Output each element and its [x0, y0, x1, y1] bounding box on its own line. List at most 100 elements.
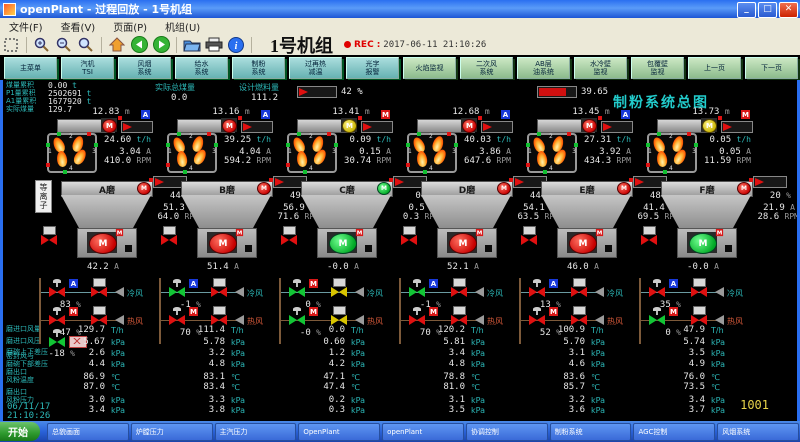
nav-button-1[interactable]: 汽机TSI	[61, 57, 114, 79]
table-value: 120.2	[393, 325, 465, 335]
table-row: 4.4 kPa	[33, 359, 151, 369]
table-unit: kPa	[591, 360, 605, 369]
table-value: 4.8	[393, 359, 465, 369]
table-unit: kPa	[591, 396, 605, 405]
task-button-5[interactable]: 协调控制	[466, 423, 548, 441]
table-unit: kPa	[111, 396, 125, 405]
table-value: 3.6	[513, 405, 585, 415]
nav-button-0[interactable]: 主菜单	[4, 57, 57, 79]
table-unit: kPa	[231, 406, 245, 415]
acc-label: 煤量累积	[6, 81, 34, 89]
task-button-4[interactable]: openPlant	[382, 423, 464, 441]
window-title: openPlant - 过程回放 - 1号机组	[20, 1, 192, 17]
table-value: 100.9	[513, 325, 585, 335]
nav-button-8[interactable]: 二次风系统	[460, 57, 513, 79]
table-row: 5.67kPa	[33, 337, 151, 347]
nav-button-3[interactable]: 给水系统	[175, 57, 228, 79]
home-icon[interactable]	[108, 37, 126, 53]
task-button-0[interactable]: 总貌画面	[47, 423, 129, 441]
select-marquee-icon[interactable]	[2, 37, 20, 53]
table-unit: kPa	[111, 406, 125, 415]
table-value: 83.4	[153, 382, 225, 392]
table-unit: T/h	[231, 326, 244, 335]
close-button[interactable]: ✕	[779, 2, 798, 18]
task-button-3[interactable]: OpenPlant	[298, 423, 380, 441]
table-value: 86.9	[33, 372, 105, 382]
table-unit: T/h	[591, 326, 604, 335]
task-button-6[interactable]: 制粉系统	[550, 423, 632, 441]
menu-view[interactable]: 查看(V)	[52, 19, 105, 34]
mill-column-D磨: 12.68 m M A 40.03 t/h 3.86 A 647.6 RPM 2…	[393, 80, 513, 421]
open-folder-icon[interactable]	[183, 37, 201, 53]
nav-button-12[interactable]: 上一页	[688, 57, 741, 79]
title-bar[interactable]: openPlant - 过程回放 - 1号机组 _ □ ✕	[0, 0, 800, 18]
start-button[interactable]: 开始	[0, 422, 40, 441]
nav-button-5[interactable]: 过再热减温	[289, 57, 342, 79]
table-row: 3.5kPa	[393, 405, 511, 415]
table-value: 0.3	[273, 405, 345, 415]
zoom-in-icon[interactable]	[33, 37, 51, 53]
mill-parameter-table: 0.0T/h0.60kPa1.2kPa4.2kPa47.1℃47.4℃0.2kP…	[273, 80, 393, 421]
zoom-reset-icon[interactable]	[77, 37, 95, 53]
table-value: 5.74	[633, 337, 705, 347]
table-row: 3.3kPa	[153, 395, 271, 405]
table-unit: kPa	[711, 396, 725, 405]
rec-separator: :	[377, 40, 381, 50]
nav-button-7[interactable]: 火焰监视	[403, 57, 456, 79]
table-row: 85.7℃	[513, 382, 631, 392]
acc-label: P1量累积	[6, 89, 36, 97]
minimize-button[interactable]: _	[737, 2, 756, 18]
mill-parameter-table: 120.2T/h5.81kPa3.4kPa4.8kPa78.8℃81.0℃3.1…	[393, 80, 513, 421]
maximize-button[interactable]: □	[758, 2, 777, 18]
mill-parameter-table: 111.4T/h5.78kPa3.2kPa4.8kPa83.1℃83.4℃3.3…	[153, 80, 273, 421]
table-row: 111.4T/h	[153, 325, 271, 335]
taskbar: 开始 总貌画面炉膛压力主汽压力OpenPlantopenPlant协调控制制粉系…	[0, 421, 800, 442]
table-value: 3.7	[633, 405, 705, 415]
back-icon[interactable]	[130, 37, 148, 53]
menu-bar: 文件(F) 查看(V) 页面(P) 机组(U)	[0, 18, 800, 35]
table-unit: ℃	[591, 383, 600, 392]
info-icon[interactable]: i	[227, 37, 245, 53]
table-row: 3.2kPa	[153, 348, 271, 358]
nav-button-9[interactable]: AB层油系统	[517, 57, 570, 79]
table-unit: kPa	[111, 360, 125, 369]
nav-button-2[interactable]: 风烟系统	[118, 57, 171, 79]
menu-file[interactable]: 文件(F)	[0, 19, 52, 34]
table-row: 4.6kPa	[513, 359, 631, 369]
menu-unit[interactable]: 机组(U)	[156, 19, 209, 34]
table-value: 3.8	[153, 405, 225, 415]
table-unit: ℃	[471, 383, 480, 392]
table-unit: kPa	[471, 338, 485, 347]
table-unit: kPa	[231, 349, 245, 358]
table-value: 4.4	[33, 359, 105, 369]
nav-button-13[interactable]: 下一页	[745, 57, 798, 79]
mill-column-F磨: 13.73 m M M 0.05 t/h 0.05 A 11.59 RPM 2 …	[633, 80, 753, 421]
table-unit: kPa	[231, 338, 245, 347]
table-row: 81.0 ℃	[393, 382, 511, 392]
task-button-7[interactable]: AGC控制	[633, 423, 715, 441]
nav-button-6[interactable]: 光字报警	[346, 57, 399, 79]
nav-button-4[interactable]: 制粉系统	[232, 57, 285, 79]
table-value: 3.5	[633, 348, 705, 358]
table-row: 47.1℃	[273, 372, 391, 382]
table-unit: kPa	[591, 349, 605, 358]
task-button-2[interactable]: 主汽压力	[215, 423, 297, 441]
table-value: 81.0	[393, 382, 465, 392]
table-row: 86.9℃	[33, 372, 151, 382]
nav-button-10[interactable]: 水冷壁监视	[574, 57, 627, 79]
table-row: 4.8kPa	[153, 359, 271, 369]
table-row: 4.9kPa	[633, 359, 751, 369]
task-button-8[interactable]: 风烟系统	[717, 423, 799, 441]
print-icon[interactable]	[205, 37, 223, 53]
mill-column-A磨: 12.83 m M A 24.60 t/h 3.04 A 410.0 RPM 2…	[33, 80, 153, 421]
table-value: 1.2	[273, 348, 345, 358]
forward-icon[interactable]	[152, 37, 170, 53]
table-unit: kPa	[471, 349, 485, 358]
table-value: 73.5	[633, 382, 705, 392]
table-row: 3.4kPa	[33, 405, 151, 415]
table-value: 47.9	[633, 325, 705, 335]
nav-button-11[interactable]: 包覆壁监视	[631, 57, 684, 79]
task-button-1[interactable]: 炉膛压力	[131, 423, 213, 441]
menu-page[interactable]: 页面(P)	[104, 19, 156, 34]
zoom-out-icon[interactable]	[55, 37, 73, 53]
